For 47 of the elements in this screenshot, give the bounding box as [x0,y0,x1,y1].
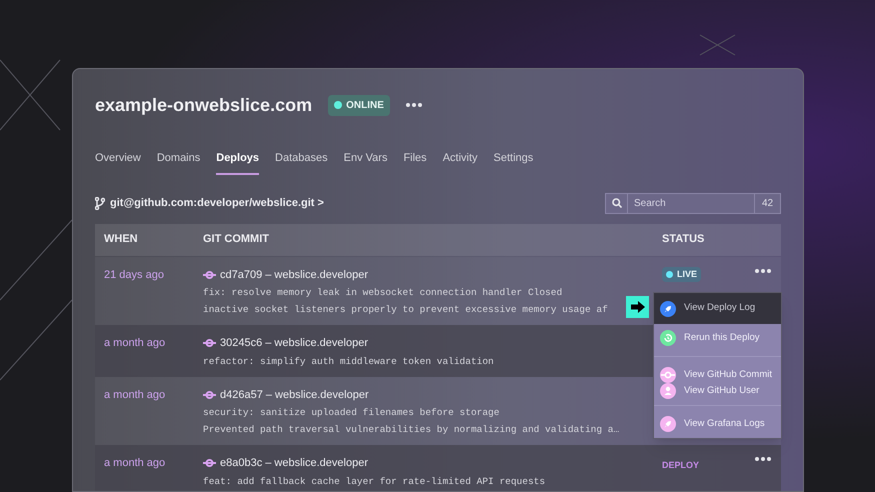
status-label: DEPLOY [662,459,700,472]
site-title: example-onwebslice.com [95,94,312,117]
search-icon [612,198,622,208]
menu-item[interactable]: View Deploy Log [654,293,781,324]
column-header: WHEN [103,232,139,248]
commit-message: refactor: simplify auth middleware token validation [203,354,494,368]
commit-message: feat: add fallback cache layer for rate-limited API requests [203,474,546,488]
tab[interactable]: Activity [442,150,478,174]
more-icon[interactable] [755,457,771,461]
commit-info: 30245c6 – webslice.developer [220,336,368,351]
commit-message: Prevented path traversal vulnerabilities by normalizing and validating a… [203,423,620,437]
tab[interactable]: Databases [275,150,328,174]
status-badge: ONLINE [328,94,390,116]
tab[interactable]: Deploys [216,150,260,174]
commit-message: security: sanitize uploaded filenames before storage [203,406,500,420]
menu-item[interactable]: Rerun this Deploy [654,330,781,346]
search-field[interactable]: Search 42 [605,192,781,214]
tab[interactable]: Files [403,150,427,174]
commit-info: cd7a709 – webslice.developer [220,268,368,282]
time-ago: a month ago [103,388,166,402]
commit-message: inactive socket listeners properly to prevent excessive memory usage af [203,303,608,317]
branch-icon [95,196,105,210]
commit-info: d426a57 – webslice.developer [220,388,369,402]
commit-icon [203,459,216,468]
time-ago: 21 days ago [103,268,165,282]
more-icon[interactable] [755,268,771,272]
menu-item[interactable]: View Grafana Logs [654,416,781,432]
tab[interactable]: Overview [95,150,141,174]
result-count: 42 [754,194,780,212]
live-badge: LIVE [662,266,702,282]
commit-icon [203,390,216,399]
time-ago: a month ago [103,336,166,351]
commit-icon [203,339,216,348]
menu-item[interactable]: View GitHub Commit [654,367,781,383]
menu-item[interactable]: View GitHub User [654,383,781,399]
column-header: STATUS [662,232,704,248]
repository-link[interactable]: git@github.com:developer/webslice.git > [110,194,324,212]
commit-info: e8a0b3c – webslice.developer [220,456,368,471]
tab[interactable]: Settings [494,150,534,174]
column-header: GIT COMMIT [203,232,270,248]
time-ago: a month ago [103,456,166,471]
commit-icon [203,270,216,279]
more-icon[interactable] [406,103,422,107]
tab[interactable]: Env Vars [344,150,388,174]
tab[interactable]: Domains [156,150,200,174]
search-input[interactable]: Search [628,196,754,210]
commit-message: fix: resolve memory leak in websocket connection handler Closed [203,286,562,300]
